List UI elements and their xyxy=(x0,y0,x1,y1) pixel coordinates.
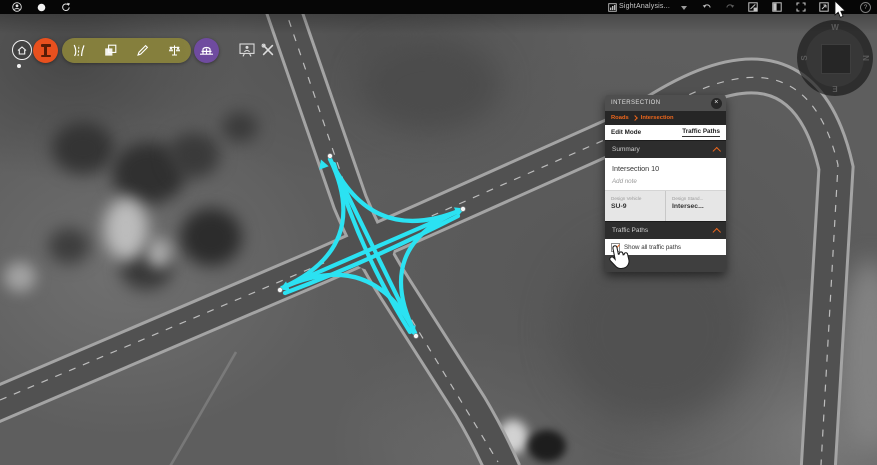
edit-mode-label: Edit Mode xyxy=(611,129,641,136)
edit-mode-value[interactable]: Traffic Paths xyxy=(682,128,720,137)
roads-tool-button[interactable] xyxy=(65,38,91,63)
notification-dot xyxy=(17,64,21,68)
app-window: W N E S SightAnalysis... xyxy=(0,0,877,465)
evaluate-tool-button[interactable] xyxy=(162,38,188,63)
project-menu[interactable]: SightAnalysis... xyxy=(619,3,670,10)
reading-pane-icon[interactable] xyxy=(772,2,782,12)
report-icon[interactable] xyxy=(748,2,758,12)
intersection-name[interactable]: Intersection 10 xyxy=(612,164,719,173)
summary-section-header[interactable]: Summary xyxy=(605,140,726,158)
pencil-icon xyxy=(136,44,149,57)
breadcrumb-chevron-icon xyxy=(632,115,638,121)
design-vehicle-label: Design Vehicle xyxy=(611,196,659,201)
panel-header[interactable]: INTERSECTION × xyxy=(605,95,726,111)
design-standard-value[interactable]: Intersec... xyxy=(672,203,720,210)
chevron-up-icon xyxy=(712,228,720,236)
redo-icon[interactable] xyxy=(725,2,735,12)
presentation-screen-icon xyxy=(239,43,255,57)
traffic-endpoint xyxy=(414,334,419,339)
view-compass[interactable]: W N E S xyxy=(797,20,873,96)
help-icon[interactable]: ? xyxy=(860,2,871,13)
compass-bottom-label[interactable]: E xyxy=(829,83,841,95)
account-icon[interactable] xyxy=(12,2,22,12)
home-button[interactable] xyxy=(12,40,32,60)
fullscreen-icon[interactable] xyxy=(796,2,806,12)
active-tool-group xyxy=(62,38,191,63)
bridge-tool-button[interactable] xyxy=(194,38,219,63)
show-all-traffic-paths-label: Show all traffic paths xyxy=(624,244,681,251)
summary-body: Intersection 10 Add note xyxy=(605,158,726,190)
tools-button[interactable] xyxy=(259,41,277,59)
compass-right-label[interactable]: N xyxy=(860,52,872,64)
crossed-tools-icon xyxy=(261,43,275,57)
road-icon xyxy=(72,44,85,57)
traffic-endpoint xyxy=(328,154,333,159)
summary-header-label: Summary xyxy=(612,146,640,153)
chevron-up-icon xyxy=(712,147,720,155)
breadcrumb-intersection[interactable]: Intersection xyxy=(641,115,674,121)
undo-icon[interactable] xyxy=(702,2,712,12)
breadcrumb: Roads Intersection xyxy=(605,111,726,125)
summary-fields: Design Vehicle SU-9 Design Stand... Inte… xyxy=(605,190,726,221)
traffic-paths-header-label: Traffic Paths xyxy=(612,227,648,234)
show-all-traffic-paths-checkbox[interactable] xyxy=(611,243,620,252)
design-vehicle-value[interactable]: SU-9 xyxy=(611,203,659,210)
add-note-link[interactable]: Add note xyxy=(612,178,719,185)
intersection-panel: INTERSECTION × Roads Intersection Edit M… xyxy=(605,95,726,272)
intersection-marker-icon xyxy=(41,44,51,57)
map-overlay-graphics xyxy=(0,0,877,465)
design-standard-field[interactable]: Design Stand... Intersec... xyxy=(665,191,726,221)
traffic-paths-layer[interactable] xyxy=(278,154,467,339)
map-canvas[interactable] xyxy=(0,0,877,465)
document-icon xyxy=(607,2,617,12)
compass-top-label[interactable]: W xyxy=(829,21,841,33)
chevron-down-icon[interactable] xyxy=(681,6,687,10)
compass-cube[interactable] xyxy=(821,44,851,74)
record-icon[interactable] xyxy=(36,2,46,12)
intersections-tool-button[interactable] xyxy=(33,38,58,63)
export-icon[interactable] xyxy=(819,2,829,12)
scales-icon xyxy=(168,44,181,57)
bridge-icon xyxy=(199,43,214,58)
refresh-icon[interactable] xyxy=(61,2,71,12)
title-bar: SightAnalysis... ? xyxy=(0,0,877,14)
breadcrumb-roads[interactable]: Roads xyxy=(611,115,629,121)
design-vehicle-field[interactable]: Design Vehicle SU-9 xyxy=(605,191,665,221)
design-standard-label: Design Stand... xyxy=(672,196,720,201)
edit-mode-row: Edit Mode Traffic Paths xyxy=(605,125,726,140)
close-icon[interactable]: × xyxy=(711,98,722,109)
compass-left-label[interactable]: S xyxy=(798,52,810,64)
traffic-paths-section-header[interactable]: Traffic Paths xyxy=(605,221,726,239)
present-button[interactable] xyxy=(238,41,256,59)
traffic-endpoint xyxy=(278,288,283,293)
traffic-endpoint xyxy=(461,207,466,212)
duplicate-tool-button[interactable] xyxy=(97,38,123,63)
copy-icon xyxy=(104,44,117,57)
show-all-traffic-paths-row[interactable]: Show all traffic paths xyxy=(605,239,726,255)
panel-title: INTERSECTION xyxy=(611,100,660,106)
draw-tool-button[interactable] xyxy=(130,38,156,63)
panel-footer xyxy=(605,255,726,272)
